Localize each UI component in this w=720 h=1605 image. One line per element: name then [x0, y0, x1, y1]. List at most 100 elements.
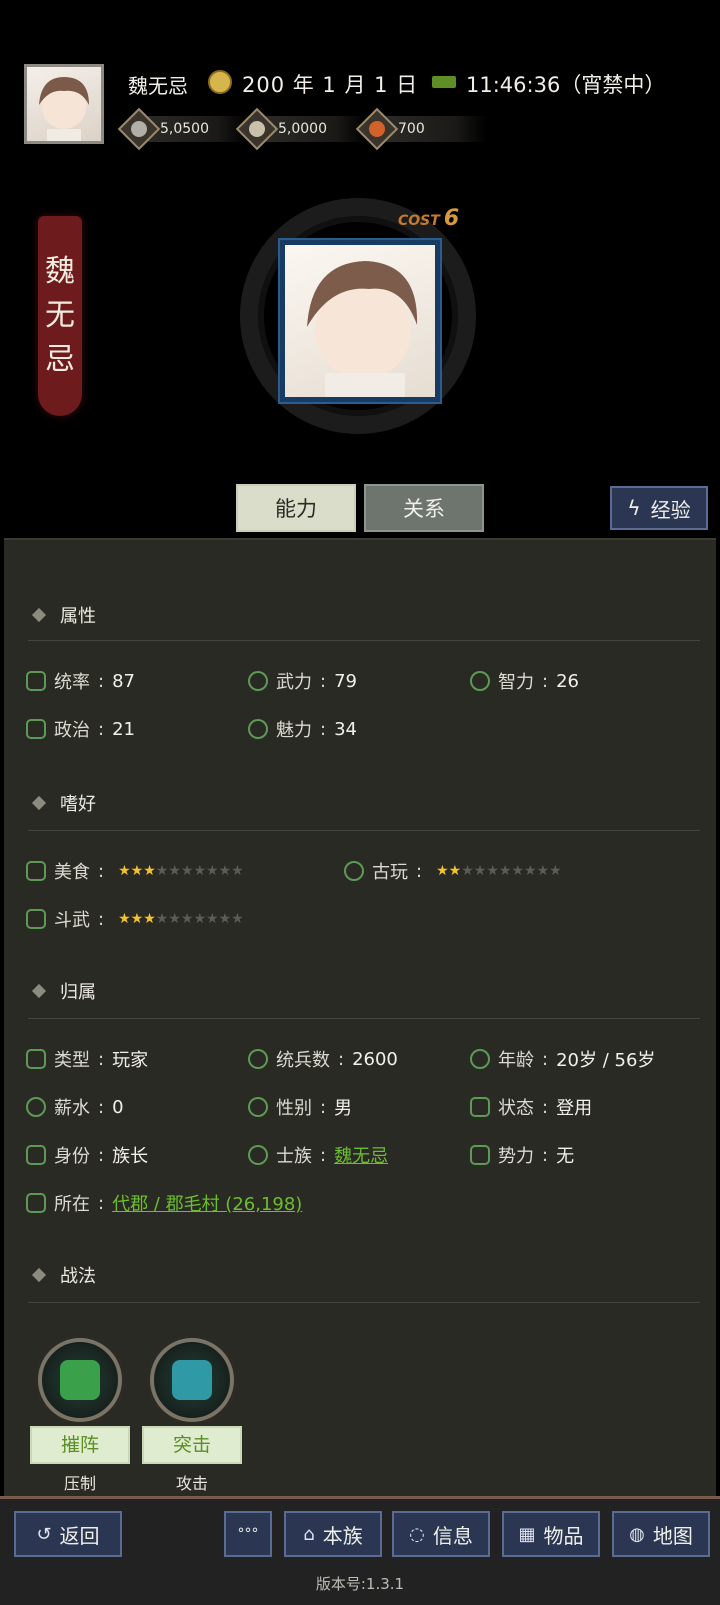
avatar-face-icon: [39, 77, 89, 141]
more-button[interactable]: °°°: [224, 1511, 272, 1557]
age-icon: [470, 1049, 490, 1069]
clan-icon: [248, 1145, 268, 1165]
silver-coin-icon: [131, 121, 147, 137]
clan-button[interactable]: ⌂ 本族: [284, 1511, 382, 1557]
star-icon: ★: [168, 911, 181, 927]
star-icon: ★: [511, 863, 525, 879]
star-icon: ★: [118, 911, 131, 927]
field-clan: 士族: 魏无忌: [248, 1142, 388, 1168]
section-hobbies: 嗜好: [31, 790, 96, 816]
back-button[interactable]: ↺ 返回: [14, 1511, 122, 1557]
section-tactics: 战法: [31, 1262, 96, 1288]
items-button[interactable]: ▦ 物品: [502, 1511, 600, 1557]
diamond-bullet-icon: [31, 1267, 47, 1283]
star-icon: ★: [473, 863, 487, 879]
grass-icon: [26, 1193, 46, 1213]
meat-icon: [26, 861, 46, 881]
running-soldier-icon: [172, 1360, 212, 1400]
hero-face-icon: [307, 261, 418, 397]
field-gender: 性别: 男: [248, 1094, 352, 1120]
star-rating: ★ ★ ★ ★ ★ ★ ★ ★ ★ ★: [118, 911, 244, 927]
diamond-bullet-icon: [31, 983, 47, 999]
brain-icon: [470, 671, 490, 691]
hobby-food: 美食: ★ ★ ★ ★ ★ ★ ★ ★ ★ ★: [26, 858, 244, 884]
star-icon: ★: [461, 863, 474, 879]
field-salary: 薪水: 0: [26, 1094, 124, 1120]
mountain-icon: [470, 1145, 490, 1165]
tactic-assault[interactable]: 突击 攻击: [142, 1338, 242, 1494]
diamond-bullet-icon: [31, 795, 47, 811]
resource-gem: 700: [355, 107, 486, 151]
fist-icon: [248, 671, 268, 691]
field-status: 状态: 登用: [470, 1094, 592, 1120]
return-arrow-icon: ↺: [36, 1523, 52, 1545]
lightning-icon: ϟ: [627, 496, 641, 520]
tactic-break-formation[interactable]: 摧阵 压制: [30, 1338, 130, 1494]
calendar-check-icon: [26, 1049, 46, 1069]
flag-icon: [26, 671, 46, 691]
name-banner: 魏 无 忌: [38, 216, 82, 416]
eye-icon: [248, 719, 268, 739]
bust-icon: [26, 1145, 46, 1165]
hobby-combat: 斗武: ★ ★ ★ ★ ★ ★ ★ ★ ★ ★: [26, 906, 244, 932]
stat-force: 武力: 79: [248, 668, 357, 694]
bag-icon: ▦: [518, 1523, 536, 1545]
star-icon: ★: [130, 863, 144, 879]
location-link[interactable]: 代郡 / 郡毛村 (26,198): [112, 1190, 302, 1216]
chat-bubble-icon: ◌: [409, 1523, 425, 1545]
star-rating: ★ ★ ★ ★ ★ ★ ★ ★ ★ ★: [118, 863, 244, 879]
section-affiliation: 归属: [31, 978, 96, 1004]
star-icon: ★: [498, 863, 512, 879]
crossed-swords-icon: [26, 909, 46, 929]
field-troops: 统兵数: 2600: [248, 1046, 398, 1072]
star-icon: ★: [193, 863, 207, 879]
map-button[interactable]: ◍ 地图: [612, 1511, 710, 1557]
gem-icon: [369, 121, 385, 137]
tab-relation[interactable]: 关系: [364, 484, 484, 532]
star-icon: ★: [206, 863, 219, 879]
star-icon: ★: [118, 863, 131, 879]
field-identity: 身份: 族长: [26, 1142, 148, 1168]
star-rating: ★ ★ ★ ★ ★ ★ ★ ★ ★ ★: [436, 863, 562, 879]
star-icon: ★: [231, 863, 244, 879]
field-faction: 势力: 无: [470, 1142, 574, 1168]
soldier-icon: [248, 1049, 268, 1069]
star-icon: ★: [143, 863, 156, 879]
status-icon: [470, 1097, 490, 1117]
tab-ability[interactable]: 能力: [236, 484, 356, 532]
globe-icon: ◍: [629, 1523, 645, 1545]
star-icon: ★: [218, 863, 232, 879]
break-formation-icon: [60, 1360, 100, 1400]
info-button[interactable]: ◌ 信息: [392, 1511, 490, 1557]
star-icon: ★: [155, 911, 169, 927]
horse-icon: [432, 76, 456, 88]
star-icon: ★: [536, 863, 550, 879]
cost-indicator: COST 6: [398, 206, 460, 231]
hobby-antique: 古玩: ★ ★ ★ ★ ★ ★ ★ ★ ★ ★: [344, 858, 562, 884]
star-icon: ★: [448, 863, 462, 879]
star-icon: ★: [218, 911, 232, 927]
star-icon: ★: [180, 911, 194, 927]
stat-intelligence: 智力: 26: [470, 668, 579, 694]
stat-charm: 魅力: 34: [248, 716, 357, 742]
star-icon: ★: [143, 911, 156, 927]
grain-icon: [249, 121, 265, 137]
bottom-nav: ↺ 返回 °°° ⌂ 本族 ◌ 信息 ▦ 物品 ◍ 地图 版本号:1.3.1: [0, 1496, 720, 1605]
star-icon: ★: [168, 863, 181, 879]
version-label: 版本号:1.3.1: [315, 1575, 405, 1593]
clan-link[interactable]: 魏无忌: [334, 1142, 388, 1168]
hero-portrait[interactable]: [278, 238, 442, 404]
star-icon: ★: [193, 911, 207, 927]
star-icon: ★: [206, 911, 219, 927]
stat-politics: 政治: 21: [26, 716, 135, 742]
experience-button[interactable]: ϟ 经验: [610, 486, 708, 530]
field-type: 类型: 玩家: [26, 1046, 148, 1072]
resource-silver: 5,0500: [117, 107, 248, 151]
jade-icon: [344, 861, 364, 881]
yen-icon: [26, 1097, 46, 1117]
diamond-bullet-icon: [31, 607, 47, 623]
gender-icon: [248, 1097, 268, 1117]
field-location: 所在: 代郡 / 郡毛村 (26,198): [26, 1190, 302, 1216]
game-time: 11:46:36（宵禁中）: [466, 73, 666, 97]
player-avatar[interactable]: [24, 64, 104, 144]
